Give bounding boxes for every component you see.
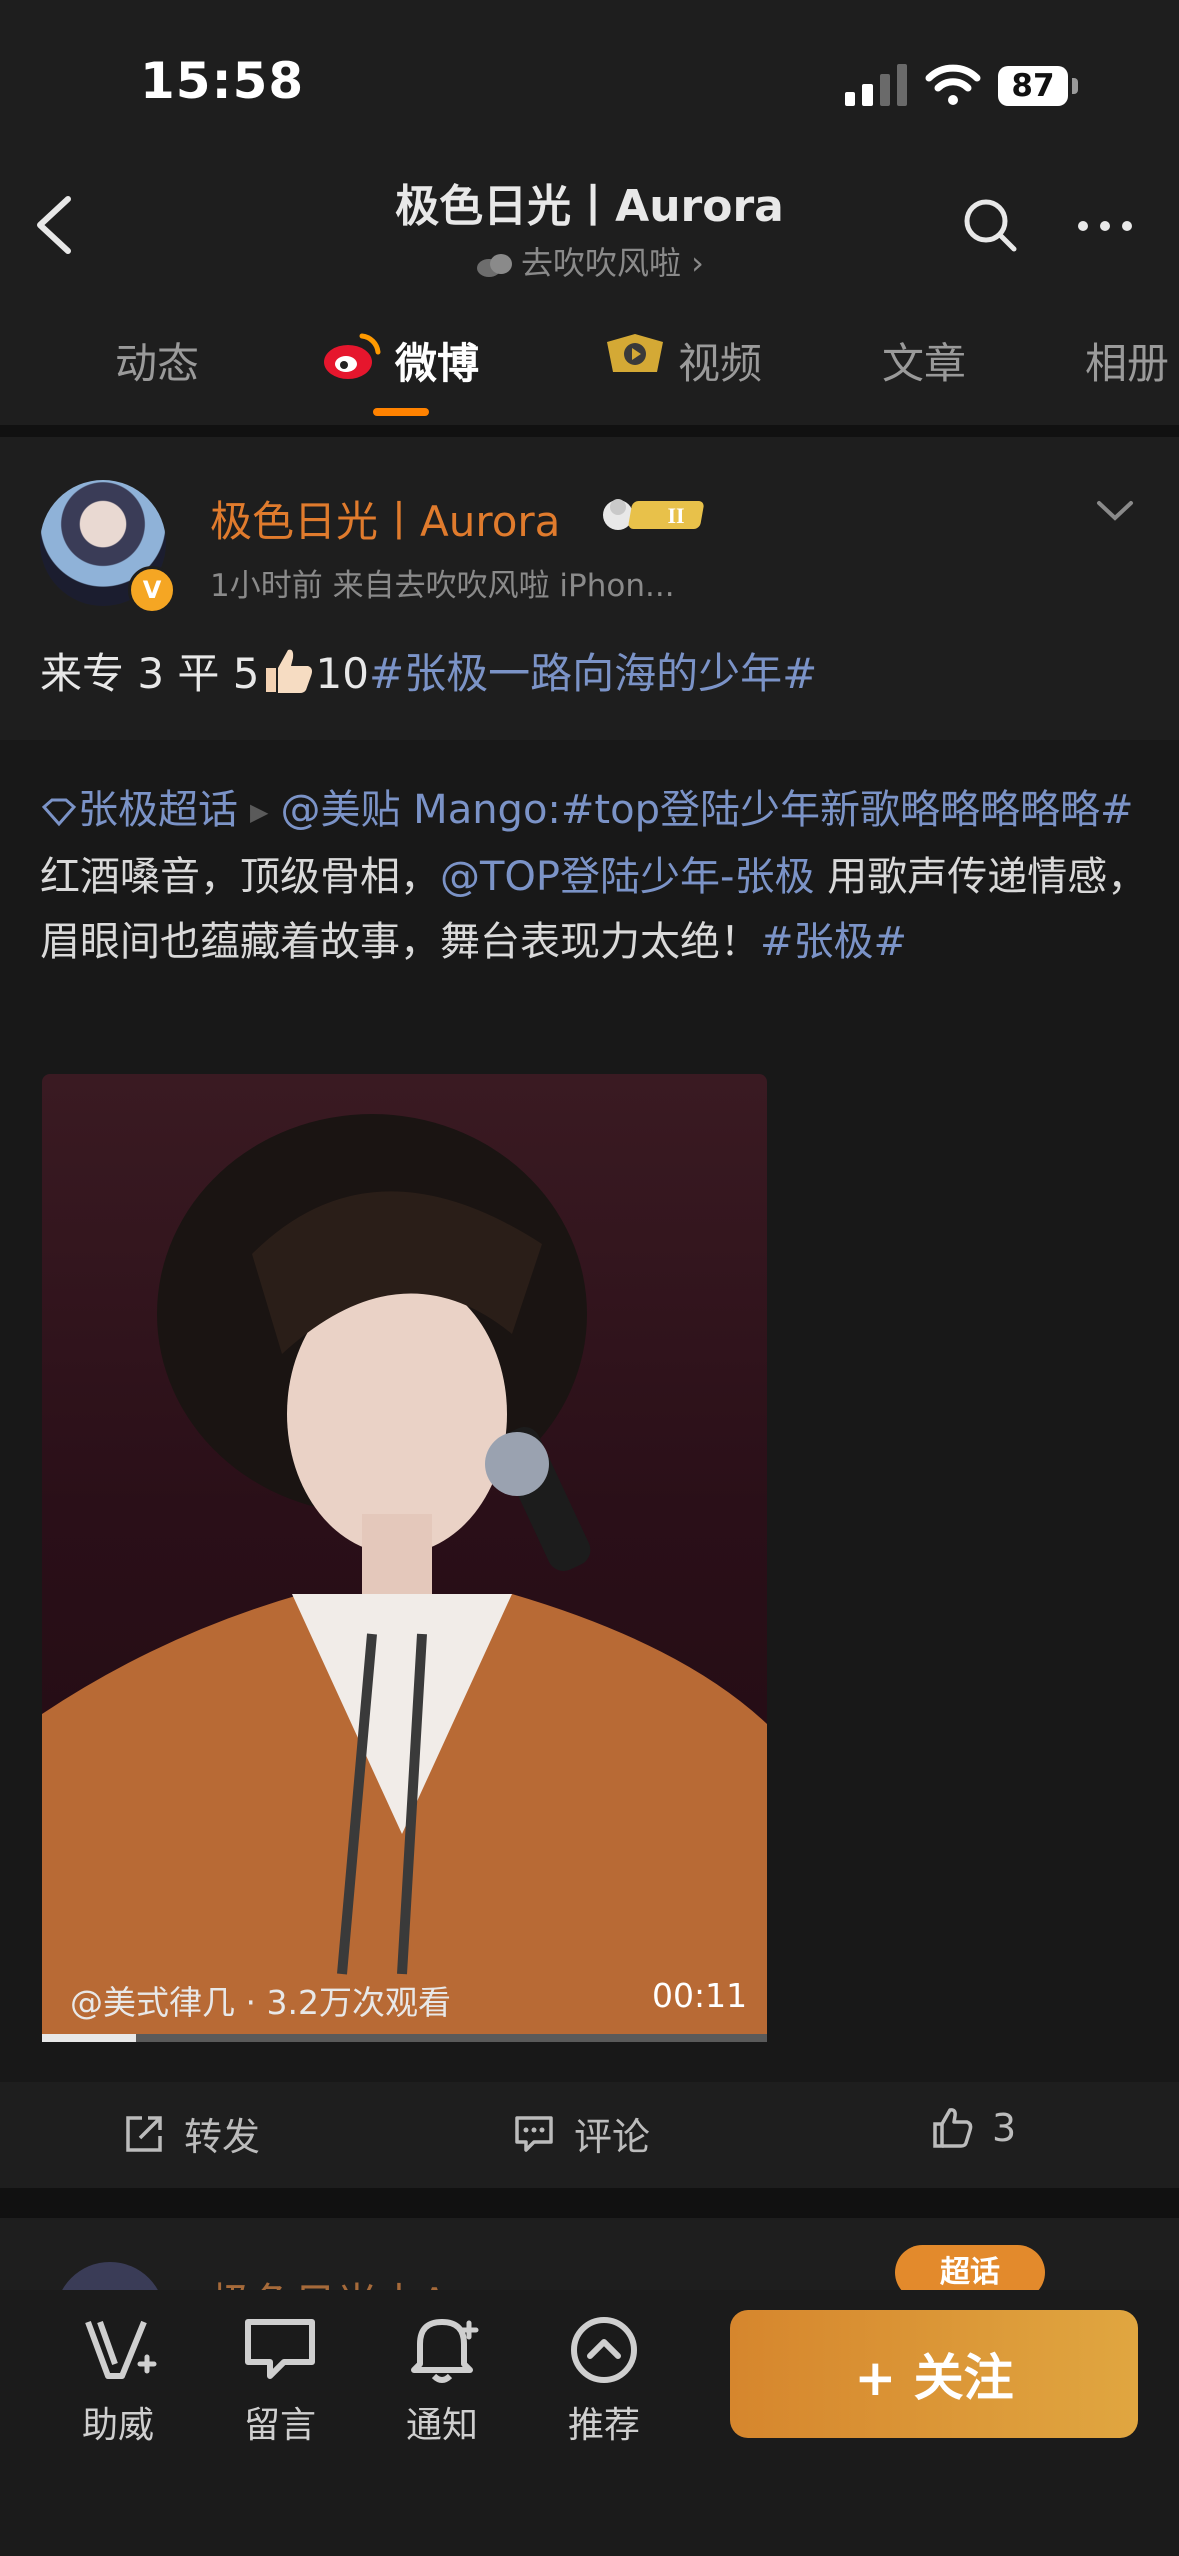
post-hashtag[interactable]: #张极一路向海的少年#	[369, 649, 817, 698]
comment-icon	[515, 2115, 553, 2152]
tab-album[interactable]: 相册	[1085, 330, 1169, 391]
video-progress-track	[42, 2034, 767, 2042]
battery-indicator: 87	[998, 66, 1068, 106]
cheer-v-icon	[85, 2320, 157, 2379]
video-tab-icon	[607, 334, 663, 372]
message-button[interactable]: 留言	[220, 2310, 340, 2448]
recommend-label: 推荐	[567, 2405, 640, 2446]
member-badge-icon: II	[603, 499, 704, 530]
follow-button[interactable]: + 关注	[730, 2310, 1138, 2438]
cheer-button[interactable]: 助威	[58, 2310, 178, 2448]
cloud-icon	[477, 254, 512, 277]
divider	[0, 425, 1179, 437]
hashtag-link[interactable]: #张极#	[760, 919, 907, 965]
supertopic-link[interactable]: 张极超话	[78, 787, 238, 833]
notify-button[interactable]: 通知	[382, 2310, 502, 2448]
cheer-label: 助威	[81, 2405, 154, 2446]
divider-2	[0, 2188, 1179, 2218]
recommend-button[interactable]: 推荐	[544, 2310, 664, 2448]
tab-video[interactable]: 视频	[678, 330, 762, 391]
post-meta: 1小时前 来自去吹吹风啦 iPhon...	[210, 568, 675, 604]
video-player[interactable]	[42, 1074, 767, 2042]
retweet-body-1: 红酒嗓音，顶级骨相，	[40, 854, 440, 900]
post-text-plain: 来专 3 平 5	[40, 649, 260, 698]
post-author[interactable]: 极色日光丨Aurora	[210, 488, 560, 549]
video-caption: @美式律几 · 3.2万次观看	[70, 1983, 451, 2022]
post-text: 来专 3 平 5 10#张极一路向海的少年#	[40, 640, 817, 701]
tab-weibo[interactable]: 微博	[395, 330, 479, 391]
chevron-down-icon[interactable]	[1095, 498, 1135, 524]
recommend-icon	[571, 2317, 637, 2383]
message-label: 留言	[243, 2405, 316, 2446]
status-time: 15:58	[140, 52, 305, 110]
comment-label: 评论	[574, 2115, 651, 2159]
repost-label: 转发	[184, 2115, 261, 2159]
comment-button[interactable]: 评论	[512, 2106, 650, 2161]
like-button[interactable]: 3	[930, 2106, 1016, 2150]
post-text-number: 10	[315, 649, 369, 698]
video-duration: 00:11	[652, 1976, 748, 2015]
repost-button[interactable]: 转发	[122, 2106, 260, 2161]
member-badge-level: II	[667, 503, 684, 528]
repost-icon	[126, 2115, 162, 2152]
diamond-icon	[41, 798, 77, 827]
bell-icon	[411, 2319, 479, 2383]
thumbs-up-icon	[933, 2108, 973, 2148]
thumbs-up-emoji-icon	[265, 649, 312, 693]
video-frame	[42, 1114, 767, 2042]
retweet-text: 张极超话 ▶ @美贴 Mango:#top登陆少年新歌略略略略略# 红酒嗓音，顶级骨…	[40, 778, 1150, 975]
profile-status-text: 去吹吹风啦 ›	[521, 244, 704, 282]
wifi-icon	[925, 64, 981, 105]
active-tab-indicator	[373, 408, 429, 416]
search-icon[interactable]	[960, 195, 1020, 255]
tab-dynamics[interactable]: 动态	[115, 330, 199, 391]
tab-articles[interactable]: 文章	[882, 330, 966, 391]
play-arrow-icon: ▶	[250, 798, 269, 826]
more-icon[interactable]	[1075, 216, 1135, 236]
notify-label: 通知	[405, 2405, 478, 2446]
message-icon	[245, 2319, 315, 2379]
mention-link[interactable]: @美贴 Mango:#top登陆少年新歌略略略略略#	[280, 787, 1133, 833]
weibo-icon	[324, 333, 381, 379]
verified-badge-icon: V	[128, 566, 176, 614]
cellular-signal-icon	[845, 60, 907, 106]
mention-link-2[interactable]: @TOP登陆少年-张极	[440, 854, 814, 900]
battery-cap	[1072, 78, 1078, 94]
like-count: 3	[992, 2106, 1017, 2150]
video-progress-fill	[42, 2034, 136, 2042]
